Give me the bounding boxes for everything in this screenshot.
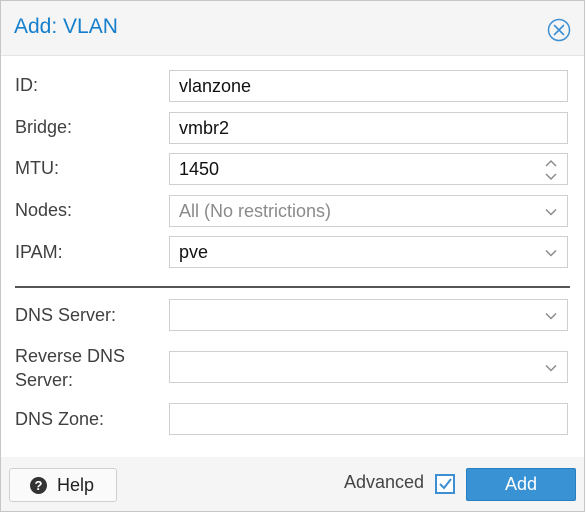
reverse-dns-server-label-line1: Reverse DNS — [15, 346, 126, 366]
dialog-titlebar: Add: VLAN — [1, 1, 584, 56]
ipam-select-value: pve — [179, 242, 209, 262]
dns-zone-label: DNS Zone: — [15, 409, 105, 429]
dialog-footer: ? Help Advanced Add — [1, 457, 584, 511]
nodes-select-value: All (No restrictions) — [179, 201, 332, 221]
id-input[interactable]: vlanzone — [169, 70, 568, 102]
nodes-label: Nodes: — [15, 200, 73, 220]
dns-zone-input[interactable] — [169, 403, 568, 435]
advanced-checkbox[interactable] — [435, 474, 455, 494]
close-icon[interactable] — [547, 18, 571, 42]
reverse-dns-server-label: Reverse DNS Server: — [15, 344, 125, 392]
ipam-label: IPAM: — [15, 242, 63, 262]
help-button[interactable]: ? Help — [9, 468, 117, 502]
dns-server-label: DNS Server: — [15, 305, 117, 325]
chevron-down-icon[interactable] — [544, 309, 558, 323]
bridge-input[interactable]: vmbr2 — [169, 112, 568, 144]
chevron-down-icon[interactable] — [544, 205, 558, 219]
chevron-down-icon[interactable] — [544, 361, 558, 375]
ipam-select[interactable]: pve — [169, 236, 568, 268]
reverse-dns-server-select[interactable] — [169, 351, 568, 383]
checkmark-icon — [439, 478, 452, 490]
spinner-updown-icon[interactable] — [544, 157, 558, 183]
help-button-label: Help — [57, 475, 95, 495]
bridge-input-value: vmbr2 — [179, 118, 230, 138]
mtu-input-value: 1450 — [179, 159, 220, 179]
section-divider — [15, 286, 570, 288]
add-button[interactable]: Add — [466, 468, 576, 501]
id-input-value: vlanzone — [179, 76, 252, 96]
dialog-title: Add: VLAN — [14, 15, 118, 38]
bridge-label: Bridge: — [15, 117, 73, 137]
chevron-down-icon[interactable] — [544, 246, 558, 260]
add-vlan-dialog: Add: VLAN ID: vlanzone Bridge: vmbr2 MTU… — [0, 0, 585, 512]
advanced-label: Advanced — [344, 472, 425, 492]
id-label: ID: — [15, 75, 39, 95]
mtu-input[interactable]: 1450 — [169, 153, 568, 185]
question-circle-icon: ? — [30, 477, 47, 494]
nodes-select[interactable]: All (No restrictions) — [169, 195, 568, 227]
dns-server-select[interactable] — [169, 299, 568, 331]
reverse-dns-server-label-line2: Server: — [15, 370, 74, 390]
mtu-label: MTU: — [15, 158, 59, 178]
